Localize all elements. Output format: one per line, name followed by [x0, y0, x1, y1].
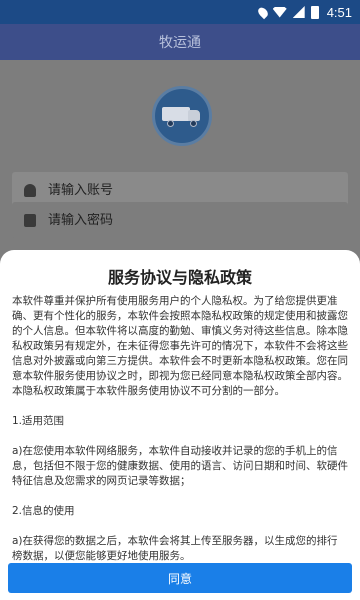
wifi-icon	[272, 6, 287, 18]
location-icon	[255, 5, 270, 19]
policy-paragraph: a)在获得您的数据之后，本软件会将其上传至服务器，以生成您的排行榜数据，以便您能…	[12, 535, 338, 562]
status-bar: 4:51	[0, 0, 360, 24]
section-heading: 2.信息的使用	[12, 505, 75, 517]
app-logo	[152, 86, 212, 146]
battery-icon	[310, 5, 319, 19]
section-heading: 1.适用范围	[12, 415, 65, 427]
user-icon	[24, 183, 36, 197]
lock-icon	[24, 213, 36, 227]
policy-paragraph: a)在您使用本软件网络服务，本软件自动接收并记录的您的手机上的信息，包括但不限于…	[12, 445, 348, 487]
status-time: 4:51	[326, 4, 352, 20]
app-title: 牧运通	[159, 35, 201, 51]
policy-intro: 本软件尊重并保护所有使用服务用户的个人隐私权。为了给您提供更准确、更有个性化的服…	[12, 295, 348, 397]
dialog-content[interactable]: 本软件尊重并保护所有使用服务用户的个人隐私权。为了给您提供更准确、更有个性化的服…	[12, 294, 348, 564]
app-header: 牧运通	[0, 24, 360, 60]
account-input[interactable]	[48, 182, 308, 198]
signal-icon	[292, 6, 305, 18]
password-input[interactable]	[48, 212, 308, 228]
password-field[interactable]	[12, 202, 348, 238]
dialog-title: 服务协议与隐私政策	[107, 268, 252, 287]
privacy-dialog: 服务协议与隐私政策 本软件尊重并保护所有使用服务用户的个人隐私权。为了给您提供更…	[0, 250, 360, 600]
agree-button[interactable]: 同意	[8, 563, 352, 593]
truck-icon	[162, 105, 202, 127]
